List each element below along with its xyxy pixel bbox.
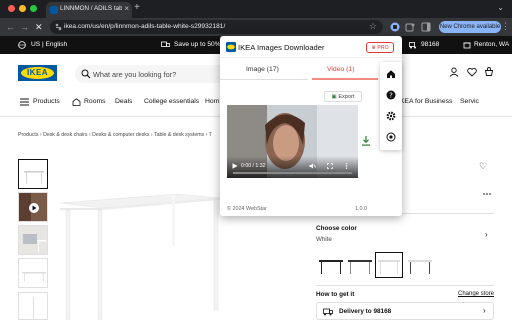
wishlist-heart-icon[interactable]: [467, 67, 477, 77]
rooms-icon: [72, 98, 81, 106]
breadcrumb[interactable]: Products › Desk & desk chairs › Desks & …: [18, 132, 212, 138]
bookmark-star-icon[interactable]: ☆: [369, 21, 377, 32]
delivery-truck-icon: [409, 42, 416, 49]
popup-header: IKEA Images Downloader ♛ PRO: [220, 36, 402, 58]
back-button[interactable]: ←: [6, 22, 15, 32]
search-placeholder: What are you looking for?: [93, 70, 177, 79]
nav-item-college-essentials[interactable]: College essentials: [144, 98, 199, 105]
export-label: Export: [338, 94, 355, 100]
browser-tab-bar: LINNMON / ADILS table, whit × + ⌄: [0, 0, 512, 18]
address-bar[interactable]: ikea.com/us/en/p/linnmon-adils-table-whi…: [50, 20, 383, 34]
settings-gear-icon[interactable]: [386, 111, 396, 121]
delivery-option[interactable]: Delivery to 98168 ›: [316, 302, 494, 320]
version-text: 1.0.0: [355, 206, 367, 212]
zip-code-link[interactable]: 98168: [421, 41, 439, 48]
ikea-extension-logo-icon: [226, 42, 236, 52]
delivery-label: Delivery to 98168: [339, 308, 392, 315]
globe-icon: [18, 41, 26, 49]
video-time: 0:00 / 1:32: [241, 163, 266, 169]
favorite-heart-icon[interactable]: ♡: [479, 161, 487, 172]
change-store-link[interactable]: Change store: [458, 291, 494, 297]
mute-icon[interactable]: [309, 163, 316, 169]
tab-underline: [220, 79, 308, 80]
side-panel-icon[interactable]: [421, 22, 431, 32]
tab-close-icon[interactable]: ×: [124, 4, 129, 13]
color-option-white-selected[interactable]: [375, 252, 403, 278]
video-more-icon[interactable]: [345, 163, 348, 169]
nav-item-deals[interactable]: Deals: [115, 98, 132, 105]
pro-badge-button[interactable]: ♛ PRO: [366, 42, 394, 53]
tab-video[interactable]: Video (1): [327, 66, 354, 73]
color-chevron-icon[interactable]: ›: [485, 230, 488, 239]
download-icon[interactable]: [361, 135, 371, 147]
browser-tab[interactable]: LINNMON / ADILS table, whit ×: [46, 2, 132, 18]
logo-text: IKEA: [26, 68, 49, 77]
delivery-truck-icon: [323, 308, 333, 316]
search-icon: [81, 69, 91, 79]
user-icon[interactable]: [449, 67, 459, 77]
minimize-window-button[interactable]: [19, 5, 26, 12]
nav-item-services[interactable]: Servic: [460, 98, 479, 105]
ikea-favicon-icon: [50, 6, 58, 14]
video-controls: 0:00 / 1:32: [227, 156, 358, 178]
home-icon[interactable]: [386, 69, 396, 79]
ikea-logo[interactable]: IKEA: [18, 65, 57, 81]
extension-popup: IKEA Images Downloader ♛ PRO Image (17) …: [220, 36, 402, 216]
truck-icon: [161, 41, 170, 47]
country-language-selector[interactable]: US | English: [31, 41, 67, 48]
tab-search-icon[interactable]: ⌄: [497, 3, 504, 12]
feedback-icon[interactable]: [386, 132, 396, 142]
product-video-thumbnail[interactable]: [18, 192, 48, 222]
divider: [316, 285, 494, 286]
menu-icon: [20, 98, 29, 106]
store-icon: [463, 42, 471, 49]
tab-image[interactable]: Image (17): [246, 66, 279, 73]
new-tab-button[interactable]: +: [134, 2, 140, 13]
nav-item-home[interactable]: Hom: [205, 98, 219, 105]
svg-text:?: ?: [389, 92, 393, 100]
color-option-black-1[interactable]: [316, 252, 346, 278]
fullscreen-icon[interactable]: [327, 163, 333, 169]
cart-icon[interactable]: [484, 67, 494, 77]
extension-icon[interactable]: [390, 22, 400, 32]
product-thumbnail-3[interactable]: [18, 225, 48, 255]
color-option-black-2[interactable]: [345, 252, 375, 278]
nav-item-products[interactable]: Products: [33, 98, 60, 105]
search-input[interactable]: What are you looking for?: [75, 65, 230, 83]
play-icon[interactable]: [232, 163, 238, 169]
choose-color-heading: Choose color: [316, 225, 357, 232]
browser-menu-icon[interactable]: ⋮: [501, 21, 510, 32]
help-icon[interactable]: ?: [386, 90, 396, 100]
new-chrome-available-button[interactable]: New Chrome available: [439, 21, 501, 33]
how-to-get-heading: How to get it: [316, 291, 355, 298]
nav-item-ikea-for-business[interactable]: IKEA for Business: [398, 98, 452, 105]
color-option-white-black[interactable]: [405, 252, 435, 278]
forward-button[interactable]: →: [20, 22, 29, 32]
pro-label: PRO: [377, 45, 389, 51]
promo-text[interactable]: Save up to 50% a: [174, 41, 226, 48]
video-player[interactable]: 0:00 / 1:32: [227, 105, 358, 178]
popup-title: IKEA Images Downloader: [238, 43, 325, 52]
copyright-text: © 2024 WebStar: [227, 206, 267, 212]
nav-item-rooms[interactable]: Rooms: [84, 98, 106, 105]
url-text: ikea.com/us/en/p/linnmon-adils-table-whi…: [64, 23, 226, 30]
extension-side-menu: ?: [380, 62, 402, 150]
video-progress-bar[interactable]: [233, 172, 352, 174]
maximize-window-button[interactable]: [30, 5, 37, 12]
product-thumbnail-5[interactable]: [18, 292, 48, 320]
tab-title: LINNMON / ADILS table, whit: [60, 5, 122, 12]
stop-reload-button[interactable]: ✕: [35, 22, 43, 33]
product-thumbnail-4[interactable]: [18, 258, 48, 288]
close-window-button[interactable]: [8, 5, 15, 12]
delivery-chevron-icon: ›: [483, 306, 486, 315]
active-tab-indicator: [312, 78, 378, 80]
more-options-icon[interactable]: [483, 190, 491, 198]
puzzle-extensions-icon[interactable]: [405, 22, 415, 32]
product-thumbnail-1[interactable]: [18, 159, 48, 189]
store-location-link[interactable]: Renton, WA: [474, 41, 509, 48]
browser-toolbar: ← → ✕ ikea.com/us/en/p/linnmon-adils-tab…: [0, 18, 512, 36]
export-button[interactable]: ▣ Export: [324, 91, 362, 102]
selected-color-label: White: [316, 236, 332, 243]
site-info-icon[interactable]: [55, 23, 62, 31]
